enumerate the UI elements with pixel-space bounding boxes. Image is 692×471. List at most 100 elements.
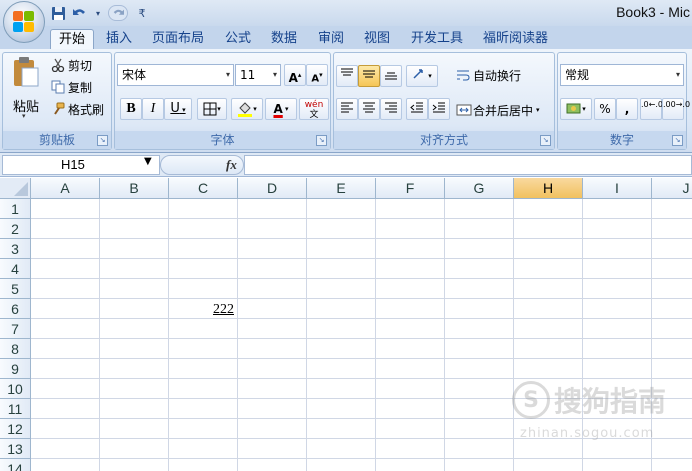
font-size-combo[interactable]: 11 ▾ bbox=[235, 64, 281, 86]
number-format-dropdown-icon[interactable]: ▾ bbox=[676, 65, 680, 85]
underline-button[interactable]: U ▾ bbox=[164, 98, 192, 120]
column-header-d[interactable]: D bbox=[238, 178, 307, 199]
paste-button[interactable]: 粘贴 ▾ bbox=[9, 56, 43, 120]
name-box-dropdown-icon[interactable]: ▼ bbox=[144, 156, 152, 167]
font-group: 宋体 ▾ 11 ▾ A▴ A▾ B I U ▾ ▾ ▾ A ▾ wén文 字体 bbox=[114, 52, 331, 150]
sogou-watermark: S 搜狗指南 bbox=[512, 380, 666, 420]
font-size-value: 11 bbox=[240, 68, 256, 82]
column-header-h[interactable]: H bbox=[514, 178, 583, 199]
row-gridline bbox=[31, 258, 692, 259]
row-gridline bbox=[31, 278, 692, 279]
insert-function-icon[interactable]: fx bbox=[226, 157, 237, 173]
italic-button[interactable]: I bbox=[142, 98, 164, 120]
redo-icon[interactable] bbox=[108, 5, 128, 21]
office-button[interactable] bbox=[3, 1, 45, 43]
decrease-indent-button[interactable] bbox=[406, 98, 428, 120]
column-header-j[interactable]: J bbox=[652, 178, 692, 199]
clipboard-group-label: 剪贴板 bbox=[3, 131, 111, 149]
accounting-format-button[interactable]: ▾ bbox=[560, 98, 592, 120]
alignment-launcher-icon[interactable]: ↘ bbox=[540, 135, 551, 146]
row-header-4[interactable]: 4 bbox=[0, 259, 31, 279]
office-logo-icon bbox=[12, 10, 36, 34]
wrap-text-button[interactable]: 自动换行 bbox=[456, 65, 521, 85]
row-header-12[interactable]: 12 bbox=[0, 419, 31, 439]
fill-color-button[interactable]: ▾ bbox=[231, 98, 263, 120]
copy-button[interactable]: 复制 bbox=[51, 77, 92, 97]
align-left-icon bbox=[341, 102, 353, 113]
row-header-6[interactable]: 6 bbox=[0, 299, 31, 319]
undo-dropdown-icon[interactable]: ▾ bbox=[94, 5, 102, 21]
column-header-g[interactable]: G bbox=[445, 178, 514, 199]
row-header-11[interactable]: 11 bbox=[0, 399, 31, 419]
row-header-2[interactable]: 2 bbox=[0, 219, 31, 239]
align-middle-button[interactable] bbox=[358, 65, 380, 87]
cell-c6[interactable]: 222 bbox=[169, 300, 237, 320]
number-group: 常规 ▾ ▾ % , .0←.00 .00→.0 数字 ↘ bbox=[557, 52, 690, 150]
tab-insert[interactable]: 插入 bbox=[98, 29, 140, 50]
tab-developer[interactable]: 开发工具 bbox=[403, 29, 471, 50]
row-header-9[interactable]: 9 bbox=[0, 359, 31, 379]
quick-access-toolbar: ▾ ₹ bbox=[50, 3, 150, 23]
row-header-7[interactable]: 7 bbox=[0, 319, 31, 339]
orientation-button[interactable]: ▾ bbox=[406, 65, 438, 87]
merge-dropdown-icon[interactable]: ▾ bbox=[536, 106, 540, 114]
shrink-font-button[interactable]: A▾ bbox=[306, 64, 328, 86]
font-group-label: 字体 bbox=[115, 131, 330, 149]
select-all-corner[interactable] bbox=[0, 178, 31, 199]
row-header-8[interactable]: 8 bbox=[0, 339, 31, 359]
number-format-combo[interactable]: 常规 ▾ bbox=[560, 64, 684, 86]
column-header-i[interactable]: I bbox=[583, 178, 652, 199]
grow-font-button[interactable]: A▴ bbox=[284, 64, 306, 86]
row-header-3[interactable]: 3 bbox=[0, 239, 31, 259]
column-header-b[interactable]: B bbox=[100, 178, 169, 199]
tab-review[interactable]: 审阅 bbox=[310, 29, 352, 50]
decrease-decimal-button[interactable]: .00→.0 bbox=[662, 98, 690, 120]
currency-icon bbox=[566, 103, 581, 114]
phonetic-guide-button[interactable]: wén 文 bbox=[299, 98, 329, 120]
tab-data[interactable]: 数据 bbox=[263, 29, 305, 50]
increase-indent-button[interactable] bbox=[428, 98, 450, 120]
tab-foxit-reader[interactable]: 福昕阅读器 bbox=[475, 29, 556, 50]
font-launcher-icon[interactable]: ↘ bbox=[316, 135, 327, 146]
cut-button[interactable]: 剪切 bbox=[51, 55, 92, 75]
save-icon[interactable] bbox=[50, 5, 66, 21]
column-header-c[interactable]: C bbox=[169, 178, 238, 199]
align-right-button[interactable] bbox=[380, 98, 402, 120]
align-top-button[interactable] bbox=[336, 65, 358, 87]
number-launcher-icon[interactable]: ↘ bbox=[672, 135, 683, 146]
row-header-5[interactable]: 5 bbox=[0, 279, 31, 299]
column-gridline bbox=[513, 199, 514, 471]
column-header-a[interactable]: A bbox=[31, 178, 100, 199]
row-header-14[interactable]: 14 bbox=[0, 459, 31, 471]
name-box[interactable]: H15 bbox=[2, 155, 160, 175]
align-left-button[interactable] bbox=[336, 98, 358, 120]
row-header-1[interactable]: 1 bbox=[0, 199, 31, 219]
tab-view[interactable]: 视图 bbox=[356, 29, 398, 50]
borders-button[interactable]: ▾ bbox=[197, 98, 227, 120]
bold-button[interactable]: B bbox=[120, 98, 142, 120]
row-gridline bbox=[31, 298, 692, 299]
increase-decimal-button[interactable]: .0←.00 bbox=[640, 98, 668, 120]
customize-qat-icon[interactable]: ₹ bbox=[134, 5, 150, 21]
undo-icon[interactable] bbox=[72, 5, 88, 21]
tab-home[interactable]: 开始 bbox=[50, 29, 95, 51]
column-header-f[interactable]: F bbox=[376, 178, 445, 199]
formula-input[interactable] bbox=[244, 155, 692, 175]
align-bottom-button[interactable] bbox=[380, 65, 402, 87]
tab-formulas[interactable]: 公式 bbox=[217, 29, 259, 50]
align-center-button[interactable] bbox=[358, 98, 380, 120]
font-size-dropdown-icon[interactable]: ▾ bbox=[273, 65, 277, 85]
row-header-13[interactable]: 13 bbox=[0, 439, 31, 459]
font-color-button[interactable]: A ▾ bbox=[265, 98, 297, 120]
font-name-combo[interactable]: 宋体 ▾ bbox=[117, 64, 234, 86]
column-header-e[interactable]: E bbox=[307, 178, 376, 199]
row-header-10[interactable]: 10 bbox=[0, 379, 31, 399]
merge-center-button[interactable]: 合并后居中 ▾ bbox=[456, 100, 540, 120]
clipboard-launcher-icon[interactable]: ↘ bbox=[97, 135, 108, 146]
comma-style-button[interactable]: , bbox=[616, 98, 638, 120]
format-painter-button[interactable]: 格式刷 bbox=[51, 99, 104, 119]
percent-style-button[interactable]: % bbox=[594, 98, 616, 120]
row-gridline bbox=[31, 358, 692, 359]
tab-page-layout[interactable]: 页面布局 bbox=[144, 29, 212, 50]
font-name-dropdown-icon[interactable]: ▾ bbox=[226, 65, 230, 85]
